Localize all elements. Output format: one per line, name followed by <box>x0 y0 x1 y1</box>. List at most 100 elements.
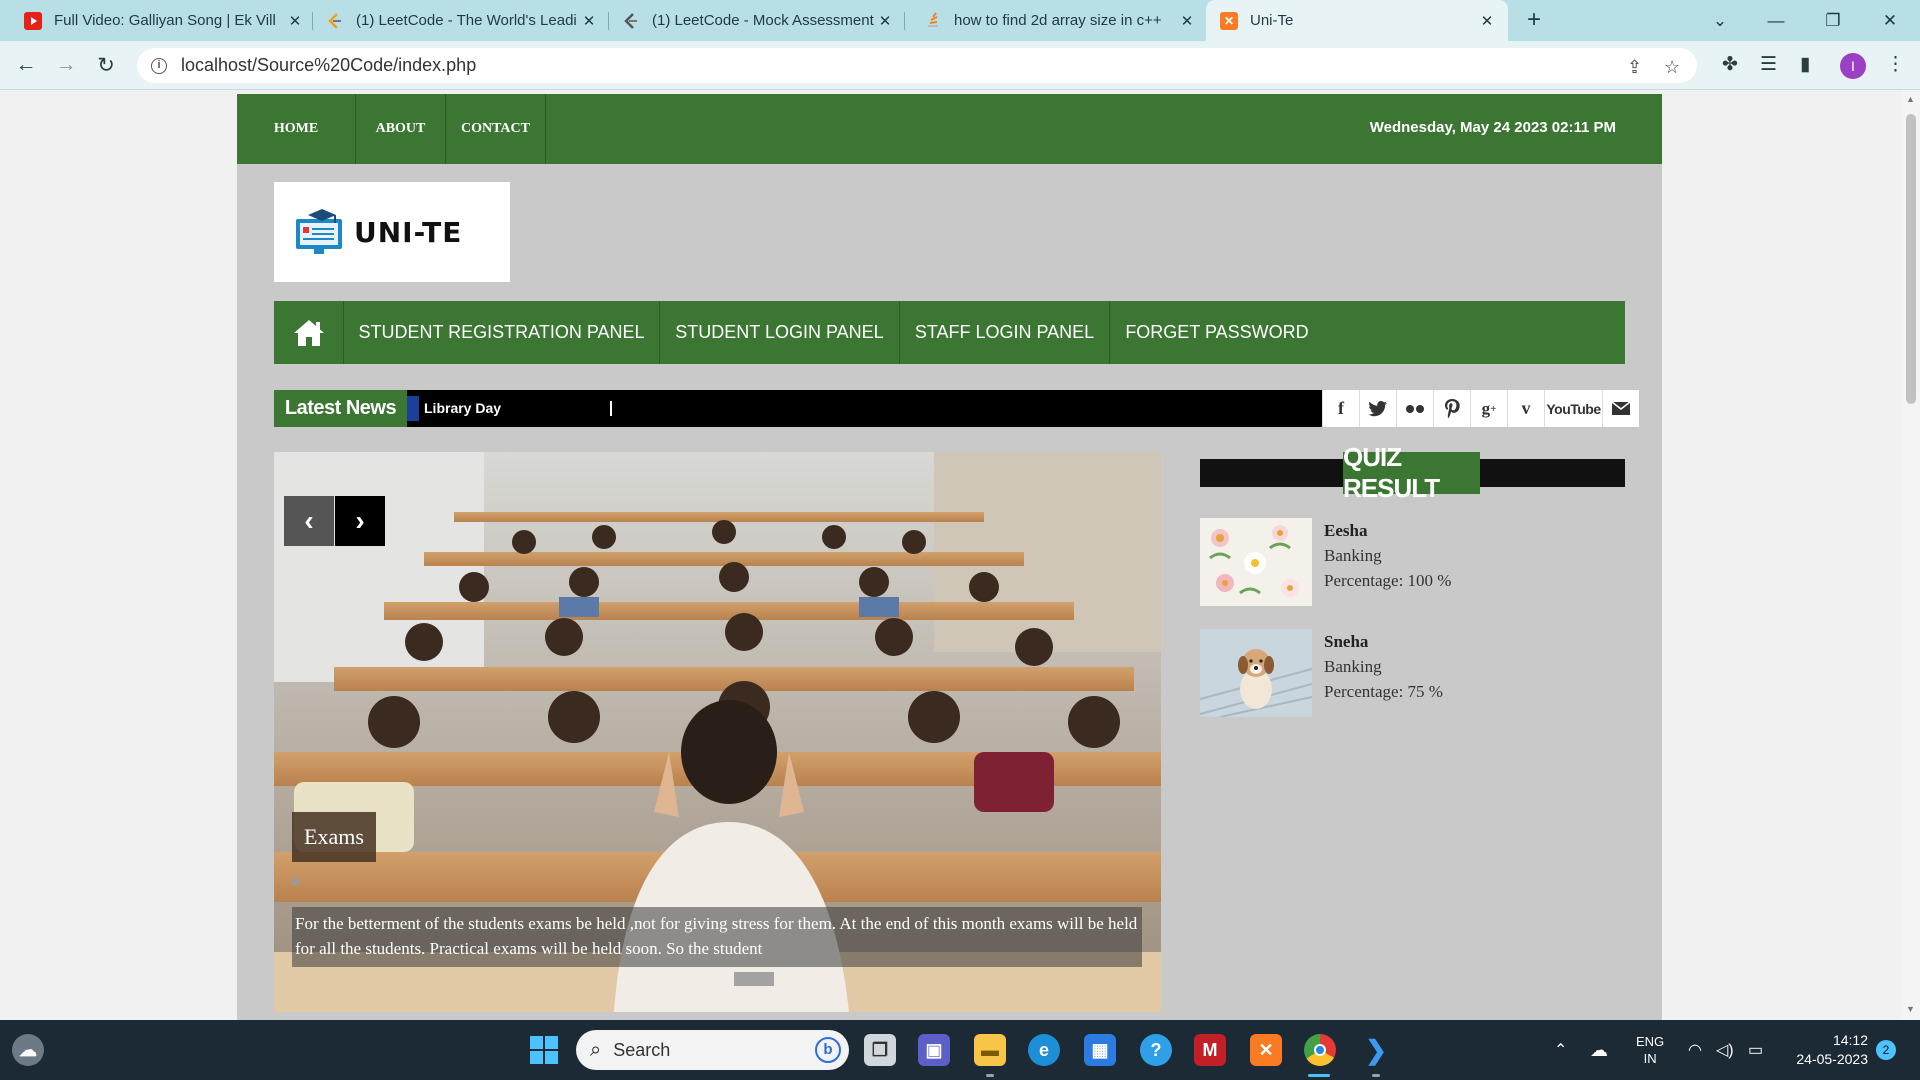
chrome-icon[interactable] <box>1304 1034 1336 1066</box>
close-tab-icon[interactable]: ✕ <box>1478 12 1496 30</box>
menu-home-button[interactable] <box>274 301 344 364</box>
mcafee-icon[interactable]: M <box>1194 1034 1226 1066</box>
weather-widget-icon[interactable]: ☁ <box>12 1034 44 1066</box>
restore-button[interactable]: ❐ <box>1805 0 1861 41</box>
url-text[interactable]: localhost/Source%20Code/index.php <box>181 55 476 76</box>
quiz-student-name: Sneha <box>1324 632 1369 651</box>
pinterest-icon[interactable] <box>1433 390 1470 427</box>
quiz-subject: Banking <box>1324 657 1382 676</box>
page-scrollbar[interactable]: ▲ ▼ <box>1902 90 1920 1020</box>
current-datetime: Wednesday, May 24 2023 02:11 PM <box>1369 119 1616 136</box>
scroll-up-arrow-icon[interactable]: ▲ <box>1906 94 1915 104</box>
quiz-student-name: Eesha <box>1324 521 1368 540</box>
menu-kebab-icon[interactable]: ⋮ <box>1886 53 1905 76</box>
vimeo-icon[interactable]: v <box>1507 390 1544 427</box>
quiz-entry[interactable]: Eesha Banking Percentage: 100 % <box>1200 518 1625 608</box>
close-tab-icon[interactable]: ✕ <box>876 12 894 30</box>
scroll-down-arrow-icon[interactable]: ▼ <box>1906 1004 1915 1014</box>
wifi-icon[interactable]: ◠ <box>1688 1020 1702 1080</box>
top-nav: HOME ABOUT CONTACT Wednesday, May 24 202… <box>237 94 1662 164</box>
menu-staff-login[interactable]: STAFF LOGIN PANEL <box>900 301 1110 364</box>
teams-chat-icon[interactable]: ▣ <box>918 1034 950 1066</box>
social-links: f g + v YouTube <box>1322 390 1639 427</box>
close-window-button[interactable]: ✕ <box>1862 0 1918 41</box>
slide-caption-title: Exams <box>292 812 376 862</box>
youtube-icon[interactable]: YouTube <box>1544 390 1602 427</box>
tab-leetcode-2[interactable]: (1) LeetCode - Mock Assessment ✕ <box>622 0 894 41</box>
explorer-running-indicator <box>986 1074 994 1077</box>
close-tab-icon[interactable]: ✕ <box>1178 12 1196 30</box>
image-slider[interactable]: ‹ › Exams For the betterment of the stud… <box>274 452 1161 1012</box>
leetcode-icon <box>326 12 344 30</box>
slider-next-button[interactable]: › <box>335 496 385 546</box>
tab-search-icon[interactable]: ⌄ <box>1692 0 1748 41</box>
menu-forget-password[interactable]: FORGET PASSWORD <box>1110 301 1324 364</box>
tab-leetcode-1[interactable]: (1) LeetCode - The World's Leadi ✕ <box>326 0 598 41</box>
quiz-percentage: Percentage: 100 % <box>1324 571 1452 590</box>
reload-button[interactable]: ↻ <box>90 49 122 81</box>
slide-caption-text: For the betterment of the students exams… <box>292 907 1142 967</box>
nav-contact[interactable]: CONTACT <box>446 94 546 164</box>
clock[interactable]: 14:12 24-05-2023 <box>1788 1020 1868 1080</box>
profile-avatar[interactable]: I <box>1840 53 1866 79</box>
web-viewport: HOME ABOUT CONTACT Wednesday, May 24 202… <box>0 90 1920 1020</box>
tab-stackoverflow[interactable]: how to find 2d array size in c++ ✕ <box>924 0 1196 41</box>
main-menu: STUDENT REGISTRATION PANEL STUDENT LOGIN… <box>274 301 1625 364</box>
file-explorer-icon[interactable]: ▬ <box>974 1034 1006 1066</box>
ticker-marker <box>407 396 419 421</box>
nav-home[interactable]: HOME <box>237 94 356 164</box>
home-icon <box>293 319 324 346</box>
googleplus-icon[interactable]: g + <box>1470 390 1507 427</box>
notification-badge[interactable]: 2 <box>1876 1020 1896 1080</box>
quiz-thumbnail-flowers <box>1200 518 1312 606</box>
flickr-icon[interactable] <box>1396 390 1433 427</box>
close-tab-icon[interactable]: ✕ <box>286 12 304 30</box>
news-headline[interactable]: Library Day <box>424 400 501 416</box>
scrollbar-thumb[interactable] <box>1906 114 1916 404</box>
reading-list-icon[interactable]: ☰ <box>1760 53 1777 76</box>
side-panel-icon[interactable]: ▮ <box>1800 53 1810 76</box>
onedrive-icon[interactable]: ☁ <box>1590 1020 1608 1080</box>
task-view-icon[interactable]: ❐ <box>864 1034 896 1066</box>
quiz-entry[interactable]: Sneha Banking Percentage: 75 % <box>1200 629 1625 719</box>
bookmark-star-icon[interactable]: ☆ <box>1664 57 1680 78</box>
email-icon[interactable] <box>1602 390 1639 427</box>
address-bar[interactable]: i localhost/Source%20Code/index.php ⇪ ☆ <box>137 48 1697 83</box>
taskbar-search[interactable]: ⌕ Search b <box>576 1030 849 1070</box>
close-tab-icon[interactable]: ✕ <box>580 12 598 30</box>
back-button[interactable]: ← <box>10 49 42 81</box>
edge-icon[interactable]: e <box>1028 1034 1060 1066</box>
volume-icon[interactable]: ◁) <box>1716 1020 1734 1080</box>
share-icon[interactable]: ⇪ <box>1627 57 1642 78</box>
new-tab-button[interactable]: + <box>1520 6 1548 34</box>
facebook-icon[interactable]: f <box>1322 390 1359 427</box>
site-container: HOME ABOUT CONTACT Wednesday, May 24 202… <box>237 94 1662 1020</box>
logo-mark-icon <box>296 209 342 254</box>
site-info-icon[interactable]: i <box>151 57 167 74</box>
slider-prev-button[interactable]: ‹ <box>284 496 334 546</box>
menu-student-login[interactable]: STUDENT LOGIN PANEL <box>660 301 900 364</box>
quiz-thumbnail-puppy <box>1200 629 1312 717</box>
bing-icon[interactable]: b <box>815 1037 841 1063</box>
vscode-running-indicator <box>1372 1074 1380 1077</box>
youtube-wordmark: YouTube <box>1546 400 1601 417</box>
twitter-icon[interactable] <box>1359 390 1396 427</box>
logo-text: UNI-TE <box>354 215 463 249</box>
xampp-taskbar-icon[interactable]: ✕ <box>1250 1034 1282 1066</box>
tab-unite-active[interactable]: ✕ Uni-Te ✕ <box>1206 0 1508 41</box>
store-icon[interactable]: ▦ <box>1084 1034 1116 1066</box>
battery-icon[interactable]: ▭ <box>1748 1020 1763 1080</box>
menu-student-registration[interactable]: STUDENT REGISTRATION PANEL <box>344 301 660 364</box>
minimize-button[interactable]: — <box>1748 0 1804 41</box>
start-button[interactable] <box>528 1034 560 1066</box>
nav-about[interactable]: ABOUT <box>356 94 446 164</box>
site-logo[interactable]: UNI-TE <box>274 182 510 282</box>
tab-youtube[interactable]: Full Video: Galliyan Song | Ek Vill ✕ <box>24 0 304 41</box>
forward-button[interactable]: → <box>50 49 82 81</box>
extensions-icon[interactable]: ✤ <box>1722 53 1738 76</box>
help-icon[interactable]: ? <box>1140 1034 1172 1066</box>
slider-dot[interactable] <box>292 878 299 885</box>
language-indicator[interactable]: ENG IN <box>1636 1020 1664 1080</box>
show-hidden-icons[interactable]: ⌃ <box>1554 1020 1567 1080</box>
vscode-icon[interactable]: ❯ <box>1360 1034 1392 1066</box>
